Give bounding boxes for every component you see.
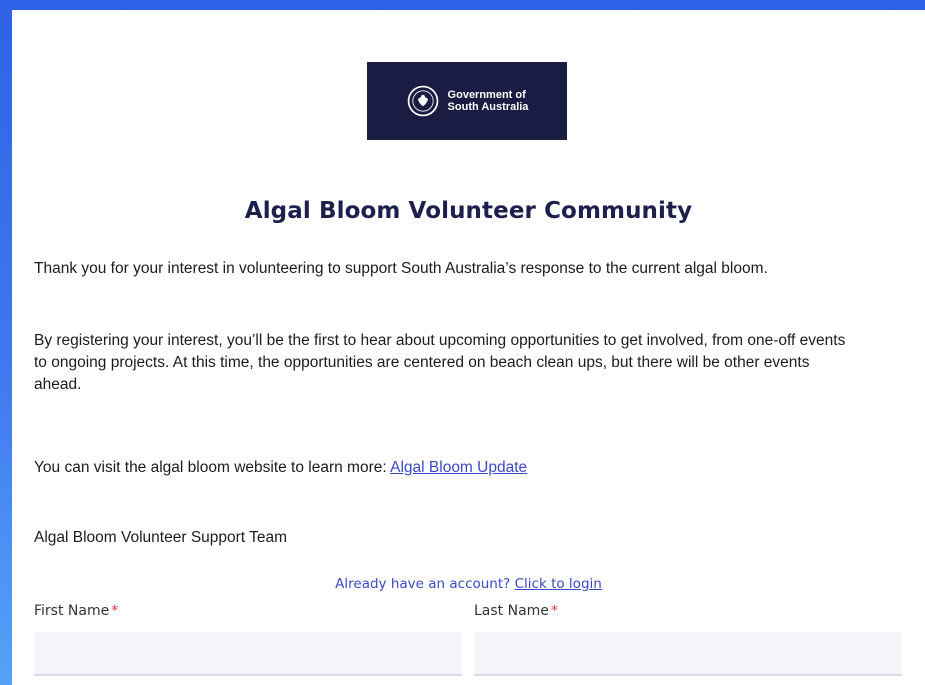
last-name-field[interactable] [474, 632, 902, 676]
required-marker: * [111, 603, 119, 619]
signoff-text: Algal Bloom Volunteer Support Team [34, 529, 288, 546]
government-logo: Government of South Australia [367, 62, 567, 140]
registration-panel: Government of South Australia Algal Bloo… [12, 10, 925, 685]
website-prefix-text: You can visit the algal bloom website to… [34, 459, 391, 476]
first-name-label: First Name * [34, 603, 118, 619]
first-name-field[interactable] [34, 632, 462, 676]
click-to-login-link[interactable]: Click to login [515, 576, 602, 592]
last-name-label: Last Name * [474, 603, 558, 619]
required-marker: * [550, 603, 558, 619]
state-badge-icon [407, 85, 438, 117]
page-title: Algal Bloom Volunteer Community [244, 198, 693, 224]
details-paragraph: By registering your interest, you’ll be … [34, 332, 846, 393]
algal-bloom-update-link[interactable]: Algal Bloom Update [390, 459, 527, 476]
logo-text: Government of South Australia [447, 89, 529, 113]
first-name-label-text: First Name [34, 603, 110, 619]
last-name-label-text: Last Name [474, 603, 549, 619]
intro-paragraph: Thank you for your interest in volunteer… [34, 260, 768, 277]
login-prompt-text: Already have an account? [335, 576, 515, 592]
login-prompt: Already have an account? Click to login [12, 576, 925, 592]
website-paragraph: You can visit the algal bloom website to… [34, 457, 854, 479]
